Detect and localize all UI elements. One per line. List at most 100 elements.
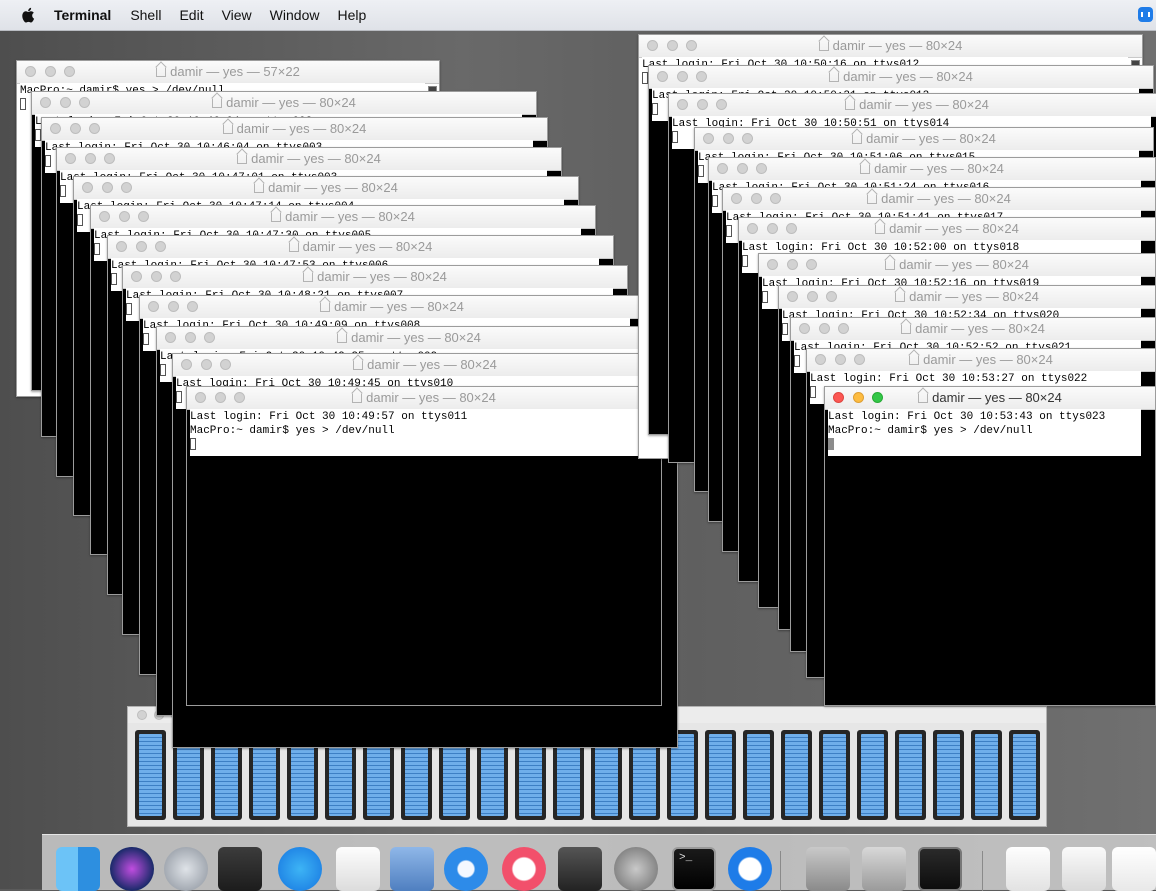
window-title-text: damir — yes — 80×24: [236, 121, 367, 136]
window-title: damir — yes — 80×24: [695, 131, 1153, 146]
terminal-output[interactable]: Last login: Fri Oct 30 10:49:57 on ttys0…: [190, 409, 647, 456]
window-title: damir — yes — 80×24: [825, 390, 1155, 405]
finder-icon[interactable]: [56, 847, 100, 891]
photo-browser-icon[interactable]: [218, 847, 262, 891]
text-cursor: [160, 364, 166, 376]
home-folder-icon: [288, 242, 299, 252]
text-cursor: [828, 438, 834, 450]
home-folder-icon: [867, 194, 878, 204]
window-titlebar[interactable]: damir — yes — 80×24: [669, 94, 1156, 117]
window-titlebar[interactable]: damir — yes — 80×24: [108, 236, 613, 259]
window-titlebar[interactable]: damir — yes — 80×24: [173, 354, 677, 377]
window-title: damir — yes — 57×22: [17, 64, 439, 79]
window-title: damir — yes — 80×24: [32, 95, 536, 110]
window-title: damir — yes — 80×24: [42, 121, 547, 136]
cpu-core-bar: [135, 730, 166, 820]
window-title: damir — yes — 80×24: [91, 209, 595, 224]
window-title: damir — yes — 80×24: [173, 357, 677, 372]
menu-edit[interactable]: Edit: [179, 7, 203, 23]
window-titlebar[interactable]: damir — yes — 80×24: [57, 148, 561, 171]
archive-utility-icon[interactable]: [862, 847, 906, 891]
window-titlebar[interactable]: damir — yes — 80×24: [74, 177, 578, 200]
window-title: damir — yes — 80×24: [157, 330, 661, 345]
text-cursor: [45, 155, 51, 167]
launchpad-icon[interactable]: [164, 847, 208, 891]
window-titlebar[interactable]: damir — yes — 80×24: [695, 128, 1153, 151]
itunes-icon[interactable]: [502, 847, 546, 891]
text-cursor: [726, 225, 732, 237]
text-cursor: [794, 355, 800, 367]
safari-icon[interactable]: [444, 847, 488, 891]
downloads-folder-icon[interactable]: [1062, 847, 1106, 891]
menu-view[interactable]: View: [222, 7, 252, 23]
home-folder-icon: [156, 67, 167, 77]
menu-app-terminal[interactable]: Terminal: [54, 7, 111, 23]
screenshot-icon[interactable]: [1112, 847, 1156, 891]
window-title: damir — yes — 80×24: [649, 69, 1153, 84]
disk-utility-icon[interactable]: [558, 847, 602, 891]
teamviewer-icon[interactable]: [728, 847, 772, 891]
terminal-window[interactable]: damir — yes — 80×24 Last login: Fri Oct 3…: [824, 386, 1156, 706]
window-titlebar[interactable]: damir — yes — 80×24: [157, 327, 661, 350]
menu-shell[interactable]: Shell: [130, 7, 161, 23]
window-titlebar[interactable]: damir — yes — 80×24: [91, 206, 595, 229]
window-title: damir — yes — 80×24: [723, 191, 1155, 206]
siri-icon[interactable]: [110, 847, 154, 891]
terminal-output[interactable]: Last login: Fri Oct 30 10:53:43 on ttys0…: [828, 409, 1141, 456]
window-title: damir — yes — 80×24: [791, 321, 1155, 336]
window-titlebar[interactable]: damir — yes — 80×24: [723, 188, 1155, 211]
window-title-text: damir — yes — 80×24: [226, 95, 356, 110]
home-folder-icon: [271, 212, 282, 222]
text-cursor: [143, 333, 149, 345]
window-titlebar[interactable]: damir — yes — 80×24: [42, 118, 547, 141]
text-cursor: [77, 214, 83, 226]
window-titlebar[interactable]: damir — yes — 80×24: [187, 387, 661, 410]
system-preferences-icon[interactable]: [614, 847, 658, 891]
home-folder-icon: [337, 333, 348, 343]
terminal-window[interactable]: damir — yes — 80×24 Last login: Fri Oct 3…: [186, 386, 662, 706]
window-title: damir — yes — 80×24: [187, 390, 661, 405]
window-title-text: damir — yes — 80×24: [909, 289, 1039, 304]
textedit-icon[interactable]: [336, 847, 380, 891]
terminal-icon[interactable]: >_: [672, 847, 716, 891]
cpu-core-load: [785, 734, 808, 816]
app-store-icon[interactable]: [278, 847, 322, 891]
window-titlebar[interactable]: damir — yes — 80×24: [639, 35, 1142, 58]
window-titlebar[interactable]: damir — yes — 80×24: [739, 218, 1155, 241]
text-cursor: [712, 195, 718, 207]
window-titlebar[interactable]: damir — yes — 80×24: [791, 318, 1155, 341]
home-folder-icon: [237, 154, 248, 164]
cpu-core-bar: [781, 730, 812, 820]
window-titlebar[interactable]: damir — yes — 57×22: [17, 61, 439, 84]
activity-monitor-icon[interactable]: [918, 847, 962, 891]
window-titlebar[interactable]: damir — yes — 80×24: [32, 92, 536, 115]
apple-icon[interactable]: [21, 7, 35, 23]
cpu-core-bar: [895, 730, 926, 820]
window-titlebar[interactable]: damir — yes — 80×24: [807, 349, 1155, 372]
window-titlebar[interactable]: damir — yes — 80×24: [779, 286, 1155, 309]
menu-help[interactable]: Help: [337, 7, 366, 23]
cpu-core-load: [861, 734, 884, 816]
text-cursor: [672, 131, 678, 143]
window-title-text: damir — yes — 80×24: [899, 257, 1029, 272]
mail-icon[interactable]: [390, 847, 434, 891]
system-information-icon[interactable]: [806, 847, 850, 891]
window-title: damir — yes — 80×24: [639, 38, 1142, 53]
window-titlebar[interactable]: damir — yes — 80×24: [709, 158, 1155, 181]
terminal-line: MacPro:~ damir$ yes > /dev/null: [828, 425, 1033, 437]
window-title-text: damir — yes — 80×24: [251, 151, 381, 166]
window-titlebar[interactable]: damir — yes — 80×24: [649, 66, 1153, 89]
window-titlebar[interactable]: damir — yes — 80×24: [825, 387, 1155, 410]
menu-window[interactable]: Window: [270, 7, 320, 23]
home-folder-icon: [901, 324, 912, 334]
close-button[interactable]: [137, 710, 147, 720]
window-titlebar[interactable]: damir — yes — 80×24: [759, 254, 1155, 277]
teamviewer-status-icon[interactable]: [1138, 7, 1153, 22]
text-cursor: [176, 391, 182, 403]
text-cursor: [111, 273, 117, 285]
document-icon[interactable]: [1006, 847, 1050, 891]
text-cursor: [652, 103, 658, 115]
window-titlebar[interactable]: damir — yes — 80×24: [140, 296, 644, 319]
window-title-text: damir — yes — 57×22: [170, 64, 300, 79]
window-titlebar[interactable]: damir — yes — 80×24: [123, 266, 627, 289]
